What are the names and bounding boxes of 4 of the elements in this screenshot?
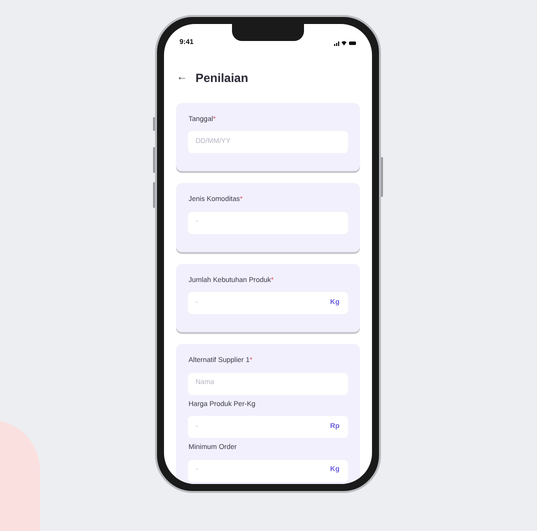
page-title: Penilaian <box>196 70 248 86</box>
status-icons <box>334 40 356 46</box>
notch <box>232 24 304 41</box>
back-button[interactable]: ← <box>176 69 188 86</box>
